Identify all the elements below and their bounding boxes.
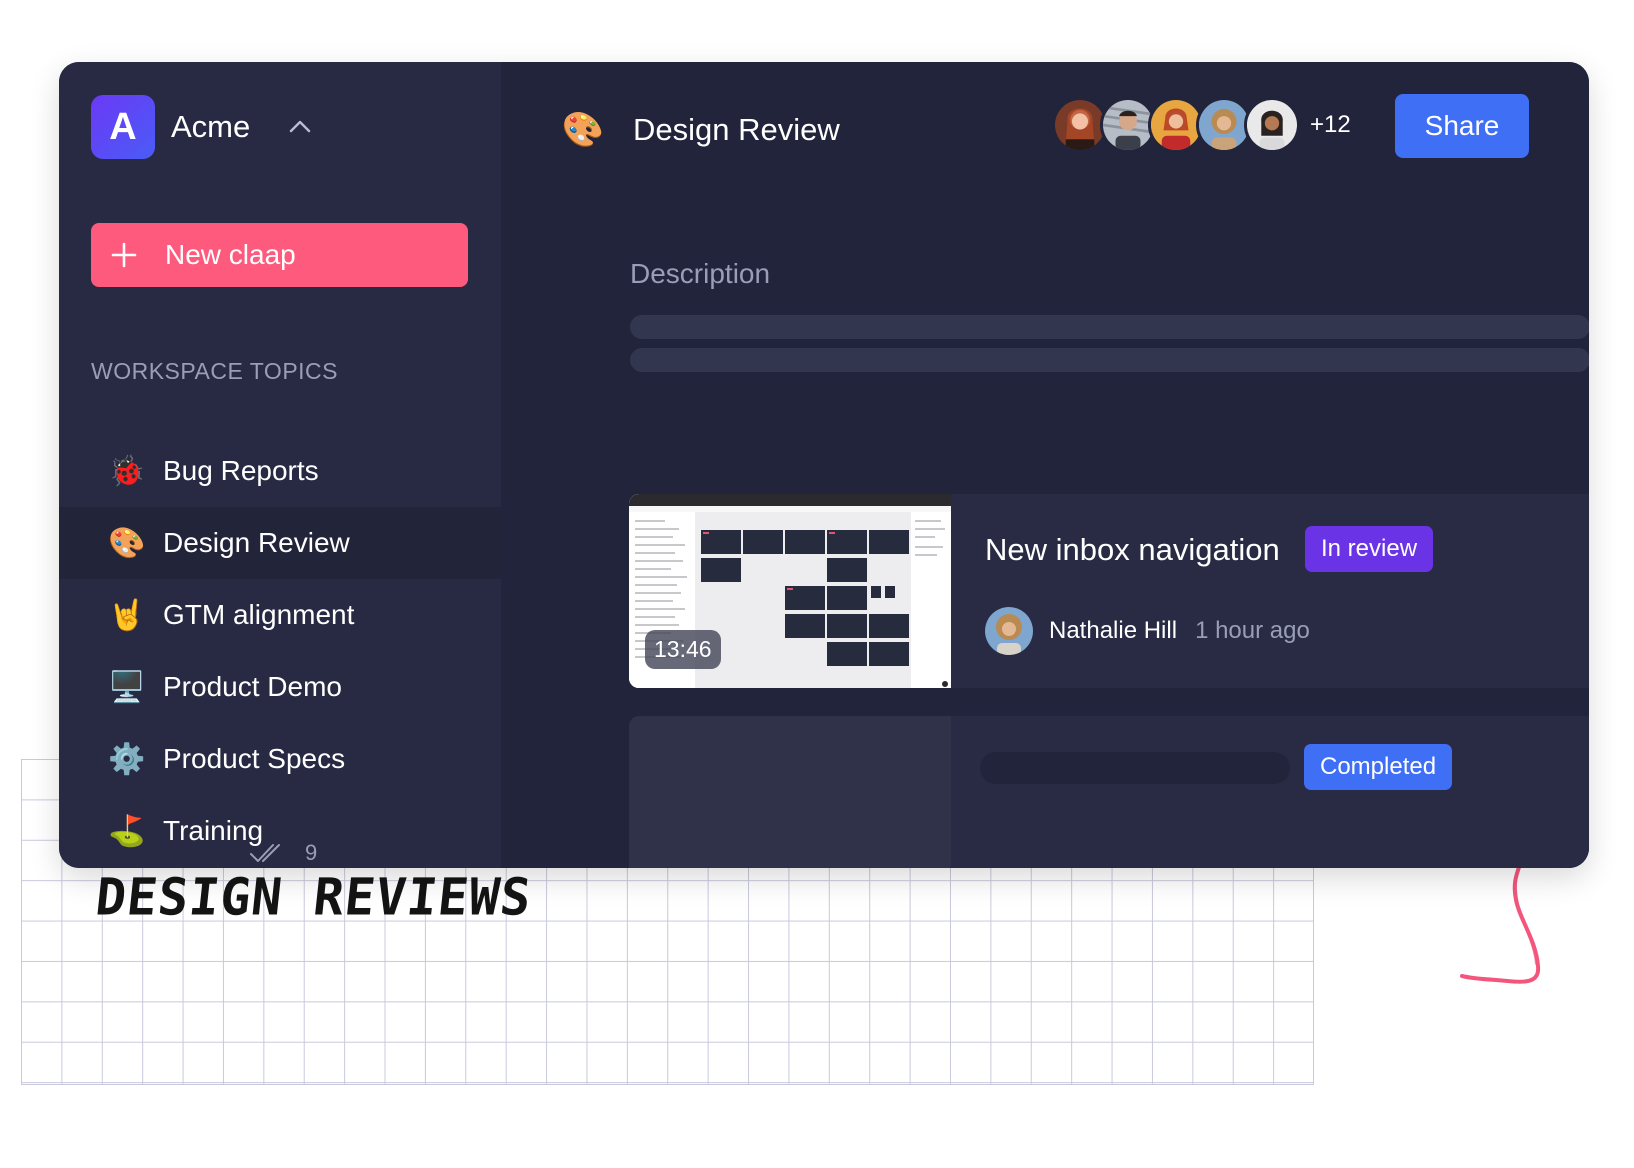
video-duration: 13:46 (645, 630, 721, 669)
app-window: A Acme New claap WORKSPACE TOPICS 🐞 Bug … (59, 62, 1589, 868)
avatar[interactable] (1244, 97, 1300, 153)
sidebar-item-product-demo[interactable]: 🖥️ Product Demo (59, 651, 501, 723)
card-title[interactable]: New inbox navigation (985, 532, 1280, 568)
chevron-up-icon[interactable] (286, 113, 314, 141)
page-header: 🎨 Design Review (559, 106, 840, 154)
sidebar-item-label: Product Specs (163, 743, 346, 774)
ladybug-icon: 🐞 (108, 453, 146, 489)
seen-count: 9 (305, 840, 318, 865)
seen-counter: 9 (249, 840, 317, 866)
sidebar-item-design-review[interactable]: 🎨 Design Review (59, 507, 501, 579)
status-badge: In review (1305, 526, 1434, 572)
sidebar-item-label: Bug Reports (163, 455, 319, 486)
sidebar-item-product-specs[interactable]: ⚙️ Product Specs (59, 723, 501, 795)
member-avatars[interactable]: +12 (1052, 97, 1351, 153)
timestamp: 1 hour ago (1195, 617, 1310, 644)
gear-icon: ⚙️ (108, 741, 146, 777)
share-button[interactable]: Share (1395, 94, 1529, 158)
section-title: WORKSPACE TOPICS (91, 358, 338, 384)
author-name: Nathalie Hill (1049, 617, 1178, 644)
sidebar-item-label: Product Demo (163, 671, 342, 702)
rock-hand-icon: 🤘 (108, 597, 146, 633)
handwritten-caption: DESIGN REVIEWS (92, 867, 535, 927)
description-skeleton-line (630, 315, 1589, 339)
palette-icon: 🎨 (561, 110, 605, 150)
palette-icon: 🎨 (108, 525, 146, 561)
sidebar-item-gtm-alignment[interactable]: 🤘 GTM alignment (59, 579, 501, 651)
workspace-name: Acme (171, 109, 251, 144)
desktop-icon: 🖥️ (108, 669, 146, 705)
card-author: Nathalie Hill 1 hour ago (985, 607, 1310, 655)
sidebar: A Acme New claap WORKSPACE TOPICS 🐞 Bug … (59, 62, 501, 868)
description-label[interactable]: Description (630, 258, 770, 290)
video-thumbnail-placeholder[interactable] (629, 716, 951, 868)
stage: DESIGN REVIEWS A Acme New claap WORKSPAC… (0, 0, 1634, 1168)
title-skeleton (980, 752, 1290, 784)
new-claap-button[interactable]: New claap (91, 223, 468, 287)
avatar (985, 607, 1033, 655)
plus-icon (111, 242, 137, 268)
workspace-logo: A (91, 95, 155, 159)
description-skeleton-line (630, 348, 1589, 372)
main-panel: 🎨 Design Review +12 Share Description 13… (501, 62, 1589, 868)
video-card[interactable]: Completed (629, 716, 1589, 868)
double-check-icon (250, 844, 280, 862)
sidebar-item-label: Design Review (163, 527, 350, 558)
extra-members-count[interactable]: +12 (1310, 111, 1351, 139)
workspace-switcher[interactable]: A Acme (91, 95, 314, 159)
topic-list: 🐞 Bug Reports 🎨 Design Review 🤘 GTM alig… (59, 435, 501, 867)
page-title: Design Review (633, 112, 840, 147)
golf-flag-icon: ⛳ (108, 813, 146, 849)
video-card[interactable]: 13:46 New inbox navigation In review Nat… (629, 494, 1589, 688)
sidebar-item-bug-reports[interactable]: 🐞 Bug Reports (59, 435, 501, 507)
new-claap-label: New claap (165, 239, 296, 270)
video-thumbnail[interactable]: 13:46 (629, 494, 951, 688)
sidebar-item-label: GTM alignment (163, 599, 355, 630)
status-badge: Completed (1304, 744, 1453, 790)
